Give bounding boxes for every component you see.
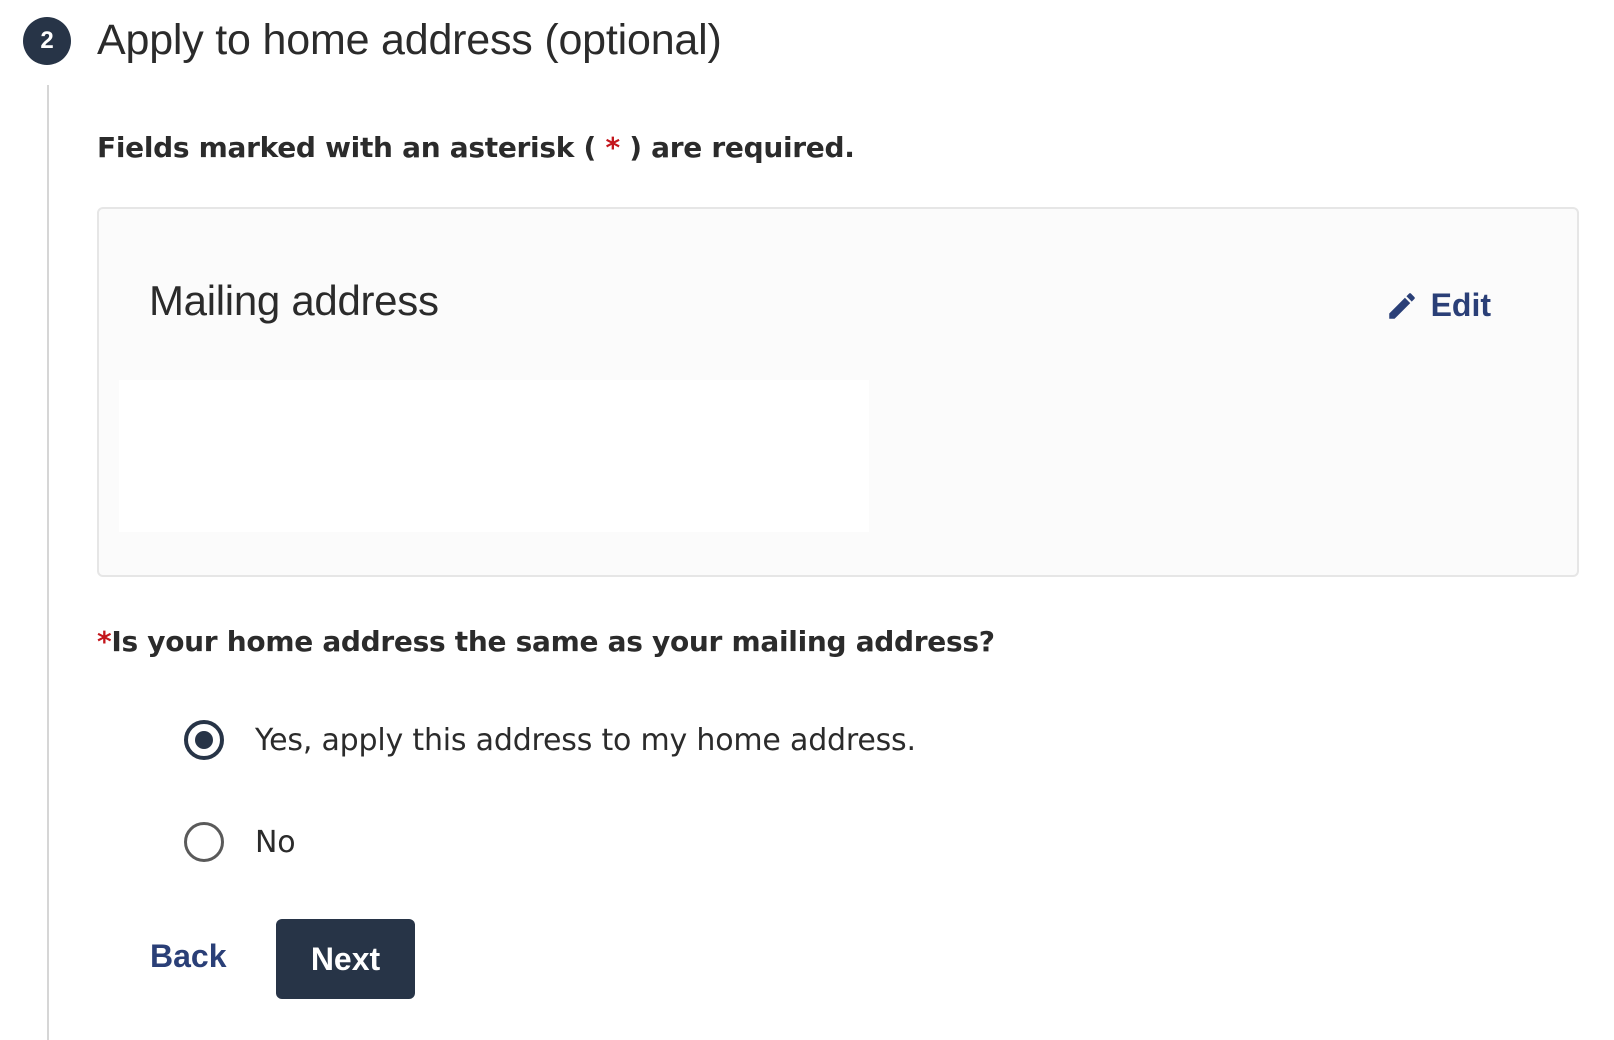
back-link[interactable]: Back bbox=[150, 938, 227, 975]
radio-option-yes[interactable]: Yes, apply this address to my home addre… bbox=[184, 720, 916, 760]
radio-label-yes[interactable]: Yes, apply this address to my home addre… bbox=[255, 723, 916, 758]
step-rail-divider bbox=[47, 85, 49, 1040]
mailing-address-content-area bbox=[119, 380, 869, 532]
pencil-icon bbox=[1388, 292, 1415, 319]
mailing-address-title: Mailing address bbox=[149, 277, 439, 324]
mailing-address-card: Mailing address Edit bbox=[97, 207, 1579, 577]
radio-button-yes[interactable] bbox=[184, 720, 224, 760]
step-number-badge: 2 bbox=[23, 17, 71, 65]
required-fields-note: Fields marked with an asterisk ( * ) are… bbox=[97, 128, 855, 168]
question-required-asterisk: * bbox=[97, 625, 112, 658]
question-text: Is your home address the same as your ma… bbox=[111, 625, 995, 658]
step-title: Apply to home address (optional) bbox=[97, 16, 722, 64]
edit-label: Edit bbox=[1430, 287, 1491, 323]
required-note-prefix: Fields marked with an asterisk ( bbox=[97, 131, 606, 164]
required-note-suffix: ) are required. bbox=[619, 131, 855, 164]
home-address-question: *Is your home address the same as your m… bbox=[97, 622, 995, 662]
required-asterisk: * bbox=[605, 131, 620, 164]
next-button[interactable]: Next bbox=[276, 919, 415, 999]
radio-option-no[interactable]: No bbox=[184, 822, 296, 862]
edit-mailing-address-link[interactable]: Edit bbox=[1385, 287, 1491, 324]
radio-label-no[interactable]: No bbox=[255, 825, 296, 860]
radio-button-no[interactable] bbox=[184, 822, 224, 862]
